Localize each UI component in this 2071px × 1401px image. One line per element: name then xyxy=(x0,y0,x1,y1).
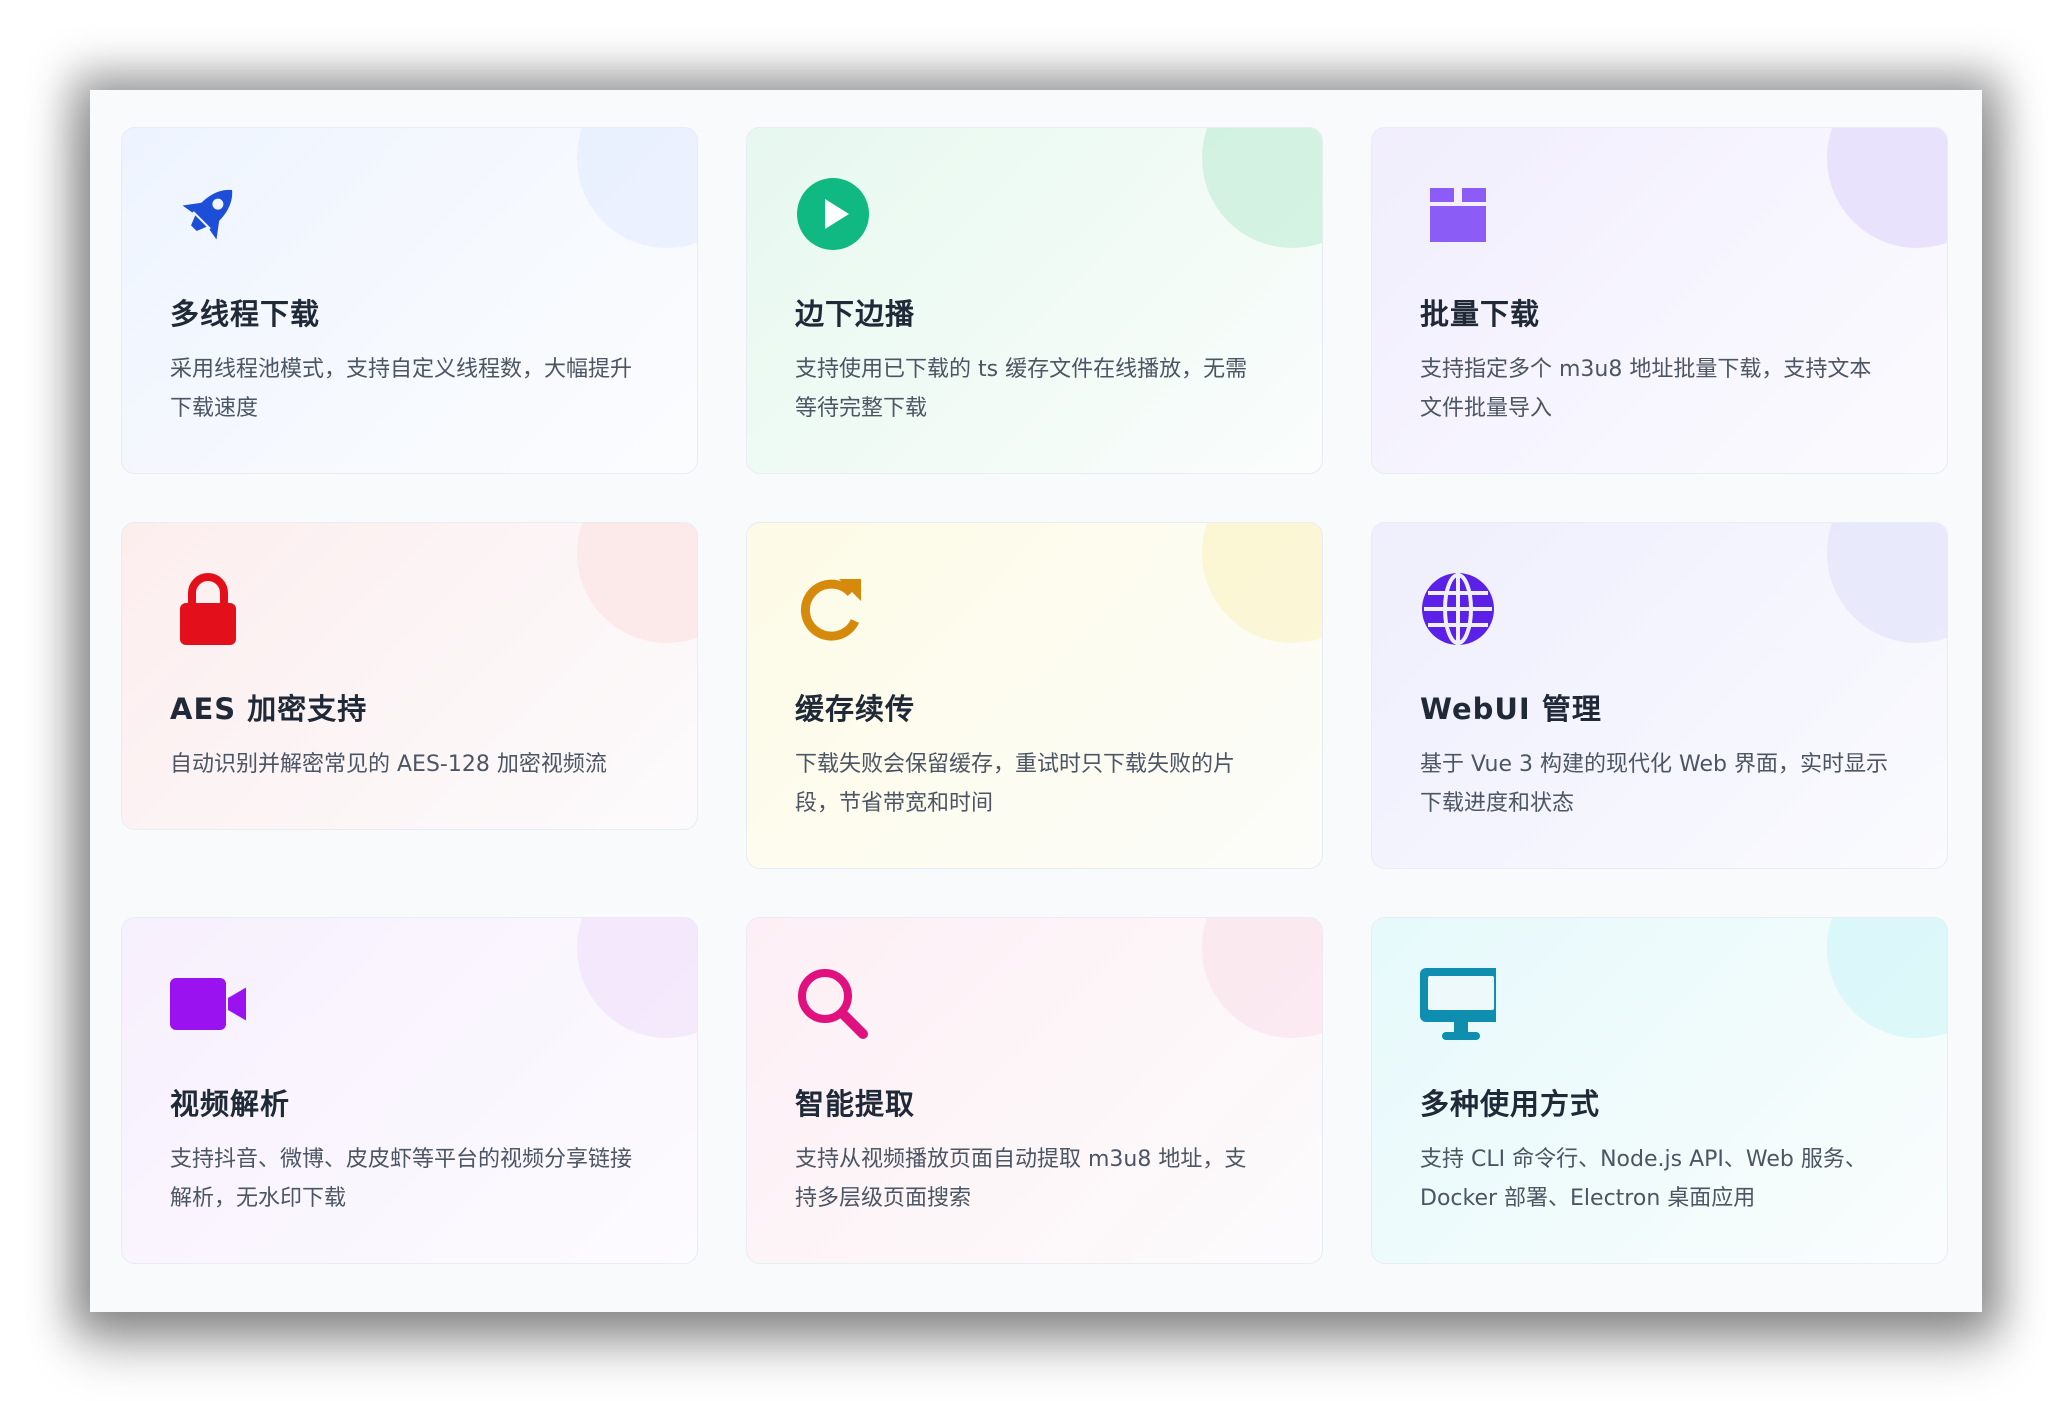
feature-description: 基于 Vue 3 构建的现代化 Web 界面，实时显示下载进度和状态 xyxy=(1420,752,1888,816)
feature-title: 边下边播 xyxy=(795,297,916,331)
rocket-icon xyxy=(170,176,246,252)
feature-description: 采用线程池模式，支持自定义线程数，大幅提升下载速度 xyxy=(170,357,633,421)
feature-title: 缓存续传 xyxy=(795,692,916,726)
feature-title: 多种使用方式 xyxy=(1420,1087,1601,1121)
feature-description: 支持使用已下载的 ts 缓存文件在线播放，无需等待完整下载 xyxy=(795,357,1248,421)
redo-icon xyxy=(795,571,871,647)
search-icon xyxy=(795,966,871,1042)
feature-title: WebUI 管理 xyxy=(1420,692,1602,726)
monitor-icon xyxy=(1420,966,1496,1042)
feature-card-usage-modes: 多种使用方式 支持 CLI 命令行、Node.js API、Web 服务、Doc… xyxy=(1371,917,1948,1264)
feature-card-smart-extract: 智能提取 支持从视频播放页面自动提取 m3u8 地址，支持多层级页面搜索 xyxy=(746,917,1323,1264)
feature-title: 智能提取 xyxy=(795,1087,916,1121)
feature-description: 自动识别并解密常见的 AES-128 加密视频流 xyxy=(170,752,607,777)
feature-title: 视频解析 xyxy=(170,1087,291,1121)
features-panel: 多线程下载 采用线程池模式，支持自定义线程数，大幅提升下载速度 边下边播 支持使… xyxy=(90,90,1982,1312)
feature-title: 多线程下载 xyxy=(170,297,321,331)
feature-card-stream-play: 边下边播 支持使用已下载的 ts 缓存文件在线播放，无需等待完整下载 xyxy=(746,127,1323,474)
video-camera-icon xyxy=(170,966,246,1042)
feature-card-aes: AES 加密支持 自动识别并解密常见的 AES-128 加密视频流 xyxy=(121,522,698,830)
box-icon xyxy=(1420,176,1496,252)
feature-card-batch: 批量下载 支持指定多个 m3u8 地址批量下载，支持文本文件批量导入 xyxy=(1371,127,1948,474)
feature-description: 支持 CLI 命令行、Node.js API、Web 服务、Docker 部署、… xyxy=(1420,1147,1867,1211)
feature-card-resume: 缓存续传 下载失败会保留缓存，重试时只下载失败的片段，节省带宽和时间 xyxy=(746,522,1323,869)
play-circle-icon xyxy=(795,176,871,252)
lock-icon xyxy=(170,571,246,647)
feature-description: 支持抖音、微博、皮皮虾等平台的视频分享链接解析，无水印下载 xyxy=(170,1147,633,1211)
feature-description: 下载失败会保留缓存，重试时只下载失败的片段，节省带宽和时间 xyxy=(795,752,1236,816)
feature-card-multithread: 多线程下载 采用线程池模式，支持自定义线程数，大幅提升下载速度 xyxy=(121,127,698,474)
feature-title: AES 加密支持 xyxy=(170,692,368,726)
globe-icon xyxy=(1420,571,1496,647)
feature-title: 批量下载 xyxy=(1420,297,1541,331)
feature-grid: 多线程下载 采用线程池模式，支持自定义线程数，大幅提升下载速度 边下边播 支持使… xyxy=(121,127,1948,1272)
feature-description: 支持从视频播放页面自动提取 m3u8 地址，支持多层级页面搜索 xyxy=(795,1147,1247,1211)
feature-card-video-parse: 视频解析 支持抖音、微博、皮皮虾等平台的视频分享链接解析，无水印下载 xyxy=(121,917,698,1264)
feature-description: 支持指定多个 m3u8 地址批量下载，支持文本文件批量导入 xyxy=(1420,357,1872,421)
feature-card-webui: WebUI 管理 基于 Vue 3 构建的现代化 Web 界面，实时显示下载进度… xyxy=(1371,522,1948,869)
